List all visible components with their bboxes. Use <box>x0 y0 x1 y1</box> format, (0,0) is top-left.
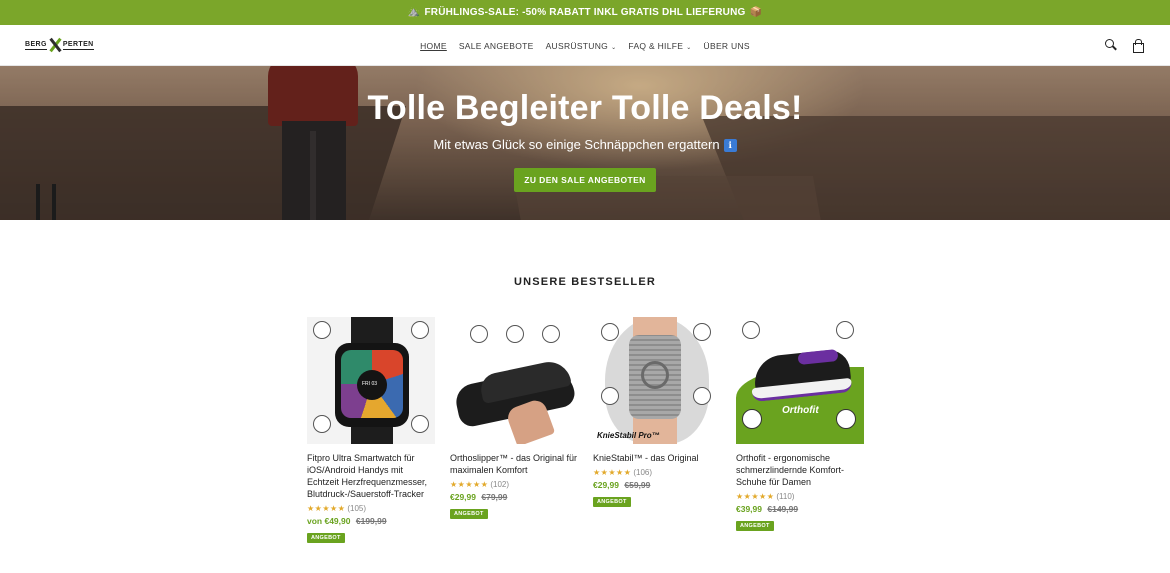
feature-icon <box>693 323 711 341</box>
product-grid: FRI 03 Fitpro Ultra Smartwatch für iOS/A… <box>307 317 864 544</box>
feature-icon <box>506 325 524 343</box>
logo-text-left: BERG <box>25 40 47 50</box>
product-card[interactable]: Orthoslipper™ - das Original für maximal… <box>450 317 578 544</box>
feature-icon <box>742 321 760 339</box>
sale-price: €29,99 <box>450 492 476 502</box>
product-title[interactable]: KnieStabil™ - das Original <box>593 452 721 464</box>
star-rating-icon: ★★★★★ <box>450 480 489 489</box>
logo-x-mark <box>48 37 62 53</box>
product-title[interactable]: Fitpro Ultra Smartwatch für iOS/Android … <box>307 452 435 500</box>
main-nav: HOME SALE ANGEBOTE AUSRÜSTUNG ⌄ FAQ & HIL… <box>0 25 1170 66</box>
star-rating-icon: ★★★★★ <box>307 504 346 513</box>
original-price: €199,99 <box>355 516 387 526</box>
product-image-kniestabil[interactable]: KnieStabil Pro™ <box>593 317 721 444</box>
sale-badge: ANGEBOT <box>736 521 774 531</box>
hero-subtitle: Mit etwas Glück so einige Schnäppchen er… <box>0 137 1170 153</box>
feature-icon <box>542 325 560 343</box>
star-rating-icon: ★★★★★ <box>736 492 775 501</box>
review-count: (110) <box>776 492 795 501</box>
review-count: (102) <box>490 480 510 489</box>
product-rating: ★★★★★ (110) <box>736 492 864 501</box>
watch-date-text: FRI 03 <box>362 381 378 387</box>
product-image-orthofit[interactable]: Orthofit <box>736 317 864 444</box>
original-price: €149,99 <box>767 504 799 514</box>
product-price: €29,99 €59,99 <box>593 480 721 490</box>
nav-faq-hilfe[interactable]: FAQ & HILFE ⌄ <box>628 41 691 51</box>
product-image-orthoslipper[interactable] <box>450 317 578 444</box>
site-header: BERG PERTEN HOME SALE ANGEBOTE AUSRÜSTUN… <box>0 25 1170 66</box>
hero-title: Tolle Begleiter Tolle Deals! <box>367 89 803 127</box>
bestseller-heading: UNSERE BESTSELLER <box>513 276 657 288</box>
hero-banner: Tolle Begleiter Tolle Deals! Mit etwas G… <box>0 66 1170 220</box>
feature-icon <box>836 409 856 429</box>
nav-ausruestung[interactable]: AUSRÜSTUNG ⌄ <box>546 41 617 51</box>
site-logo[interactable]: BERG PERTEN <box>25 37 94 53</box>
feature-icon <box>601 387 619 405</box>
sale-badge: ANGEBOT <box>593 497 631 507</box>
orthofit-label: Orthofit <box>782 405 819 416</box>
star-rating-icon: ★★★★★ <box>593 468 632 477</box>
feature-icon <box>411 321 429 339</box>
sale-price: von €49,90 <box>307 516 351 526</box>
product-card[interactable]: KnieStabil Pro™ KnieStabil™ - das Origin… <box>593 317 721 544</box>
original-price: €59,99 <box>624 480 651 490</box>
hero-content: Tolle Begleiter Tolle Deals! Mit etwas G… <box>0 89 1170 193</box>
feature-icon <box>742 409 762 429</box>
product-price: €39,99 €149,99 <box>736 504 864 514</box>
search-icon[interactable] <box>1104 38 1118 52</box>
nav-sale-angebote[interactable]: SALE ANGEBOTE <box>459 41 534 51</box>
package-icon: 📦 <box>749 7 763 18</box>
product-rating: ★★★★★ (106) <box>593 468 721 477</box>
kniestabil-label: KnieStabil Pro™ <box>597 431 660 440</box>
header-icons <box>1104 38 1145 53</box>
review-count: (106) <box>633 468 653 477</box>
cart-icon[interactable] <box>1131 38 1145 53</box>
product-image-smartwatch[interactable]: FRI 03 <box>307 317 435 444</box>
sale-price: €39,99 <box>736 504 762 514</box>
sale-badge: ANGEBOT <box>307 533 345 543</box>
sale-offers-button[interactable]: ZU DEN SALE ANGEBOTEN <box>514 168 656 193</box>
product-card[interactable]: Orthofit Orthofit - ergonomische schmerz… <box>736 317 864 544</box>
product-price: von €49,90 €199,99 <box>307 516 435 526</box>
original-price: €79,99 <box>481 492 508 502</box>
product-card[interactable]: FRI 03 Fitpro Ultra Smartwatch für iOS/A… <box>307 317 435 544</box>
product-title[interactable]: Orthofit - ergonomische schmerzlindernde… <box>736 452 864 488</box>
feature-icon <box>313 415 331 433</box>
product-rating: ★★★★★ (102) <box>450 480 578 489</box>
product-title[interactable]: Orthoslipper™ - das Original für maximal… <box>450 452 578 476</box>
feature-icon <box>693 387 711 405</box>
sale-price: €29,99 <box>593 480 619 490</box>
mountain-icon: ⛰️ <box>407 7 421 18</box>
nav-ueber-uns[interactable]: ÜBER UNS <box>704 41 750 51</box>
feature-icon <box>411 415 429 433</box>
announcement-text: FRÜHLINGS-SALE: -50% RABATT INKL GRATIS … <box>424 7 746 18</box>
feature-icon <box>313 321 331 339</box>
announcement-bar: ⛰️ FRÜHLINGS-SALE: -50% RABATT INKL GRAT… <box>0 0 1170 25</box>
info-icon: ℹ <box>723 139 737 153</box>
sale-badge: ANGEBOT <box>450 509 488 519</box>
feature-icon <box>836 321 854 339</box>
review-count: (105) <box>347 504 367 513</box>
product-rating: ★★★★★ (105) <box>307 504 435 513</box>
feature-icon <box>601 323 619 341</box>
nav-home[interactable]: HOME <box>420 41 447 51</box>
chevron-down-icon: ⌄ <box>686 44 692 51</box>
chevron-down-icon: ⌄ <box>611 44 617 51</box>
feature-icon <box>470 325 488 343</box>
product-price: €29,99 €79,99 <box>450 492 578 502</box>
logo-text-right: PERTEN <box>62 40 94 50</box>
